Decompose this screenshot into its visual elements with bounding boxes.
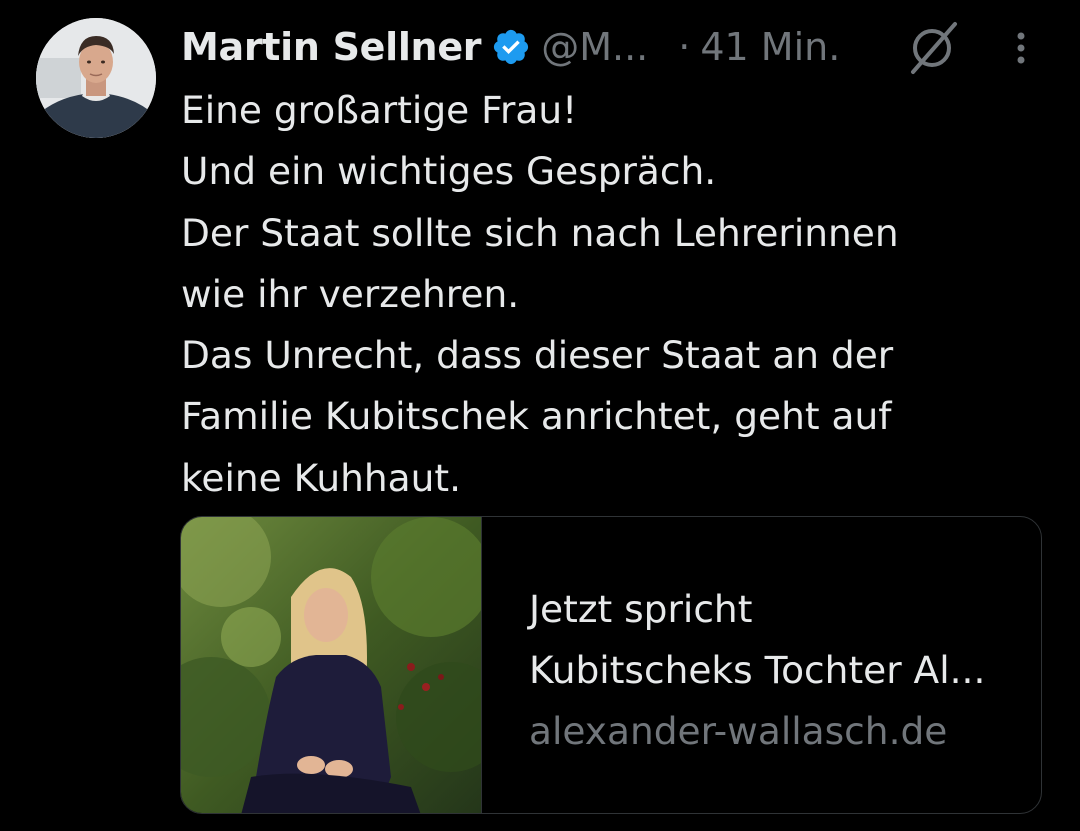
tweet-body: Eine großartige Frau! Und ein wichtiges … (181, 80, 1041, 509)
card-domain: alexander-wallasch.de (529, 709, 948, 753)
tweet-line: keine Kuhhaut. (181, 455, 462, 500)
card-thumbnail (181, 517, 506, 813)
more-options-icon[interactable] (1001, 26, 1041, 70)
tweet-header: Martin Sellner @M... · 41 Min. (181, 16, 1061, 78)
author-name[interactable]: Martin Sellner (181, 25, 482, 69)
link-preview-card[interactable]: Jetzt spricht Kubitscheks Tochter Al... … (180, 516, 1042, 814)
tweet-line: Eine großartige Frau! (181, 88, 578, 132)
author-avatar[interactable] (36, 18, 156, 138)
tweet-line: Der Staat sollte sich nach Lehrerinnen (181, 210, 899, 255)
card-text-block: Jetzt spricht Kubitscheks Tochter Al... … (529, 579, 1029, 762)
separator-dot: · (678, 25, 691, 69)
tweet-line: Familie Kubitschek anrichtet, geht auf (181, 394, 892, 439)
card-title-line: Kubitscheks Tochter Al... (529, 648, 986, 692)
verified-badge-icon[interactable] (491, 27, 531, 67)
tweet-line: Das Unrecht, dass dieser Staat an der (181, 333, 894, 378)
grok-icon[interactable] (905, 20, 961, 76)
tweet-line: Und ein wichtiges Gespräch. (181, 149, 717, 194)
card-title-line: Jetzt spricht (529, 587, 753, 631)
tweet-line: wie ihr verzehren. (181, 271, 520, 316)
tweet-timestamp[interactable]: 41 Min. (700, 25, 840, 69)
avatar-photo (36, 18, 156, 138)
author-handle[interactable]: @M... (541, 25, 648, 69)
